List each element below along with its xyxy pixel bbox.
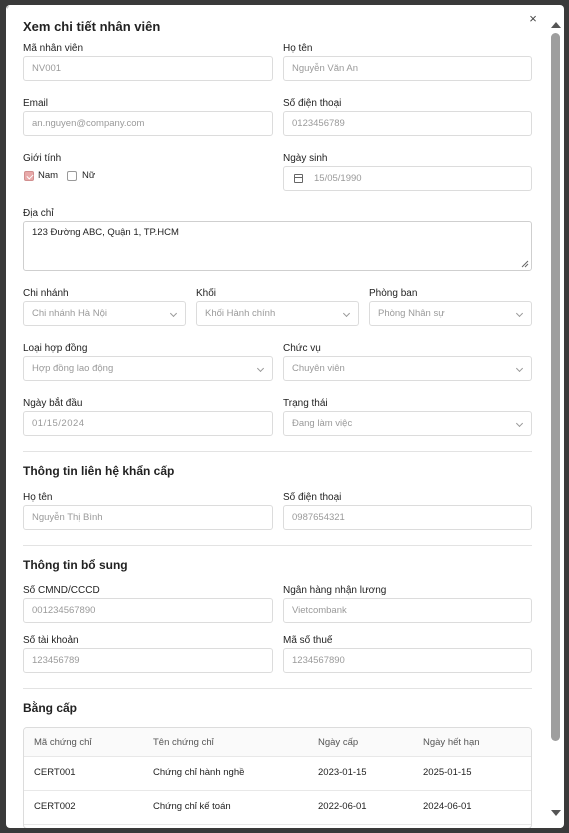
chevron-down-icon [515, 309, 524, 318]
tax-code-field[interactable]: 1234567890 [283, 648, 532, 673]
section-divider [23, 451, 532, 452]
cert-name-cell: Chứng chỉ hành nghề [153, 767, 245, 778]
gender-label: Giới tính [23, 153, 62, 164]
chevron-down-icon [256, 364, 265, 373]
section-divider [23, 545, 532, 546]
department-value: Phòng Nhân sự [378, 308, 445, 319]
tax-code-label: Mã số thuế [283, 635, 333, 646]
expiry-date-cell: 2025-01-15 [423, 767, 472, 778]
section-divider [23, 688, 532, 689]
expiry-date-cell: 2024-06-01 [423, 801, 472, 812]
id-number-label: Số CMND/CCCD [23, 585, 100, 596]
emergency-section-title: Thông tin liên hệ khẩn cấp [23, 464, 175, 478]
emergency-name-field[interactable]: Nguyễn Thị Bình [23, 505, 273, 530]
email-field[interactable]: an.nguyen@company.com [23, 111, 273, 136]
email-label: Email [23, 98, 49, 109]
division-value: Khối Hành chính [205, 308, 276, 319]
cert-name-cell: Chứng chỉ kế toán [153, 801, 231, 812]
address-label: Địa chỉ [23, 208, 54, 219]
position-label: Chức vụ [283, 343, 321, 354]
certificates-table: Mã chứng chỉ Tên chứng chỉ Ngày cấp Ngày… [23, 727, 532, 828]
extra-section-title: Thông tin bổ sung [23, 558, 128, 572]
division-label: Khối [196, 288, 217, 299]
branch-label: Chi nhánh [23, 288, 69, 299]
column-header: Ngày hết hạn [423, 737, 480, 748]
full-name-label: Họ tên [283, 43, 313, 54]
table-row[interactable]: CERT002 Chứng chỉ kế toán 2022-06-01 202… [24, 791, 531, 825]
address-value: 123 Đường ABC, Quận 1, TP.HCM [32, 227, 179, 238]
emergency-phone-field[interactable]: 0987654321 [283, 505, 532, 530]
employee-id-field[interactable]: NV001 [23, 56, 273, 81]
contract-type-select[interactable]: Hợp đồng lao động [23, 356, 273, 381]
department-label: Phòng ban [369, 288, 418, 299]
position-value: Chuyên viên [292, 363, 345, 374]
status-value: Đang làm việc [292, 418, 353, 429]
branch-value: Chi nhánh Hà Nội [32, 308, 107, 319]
corner-marker: ▾ [6, 5, 10, 11]
issue-date-cell: 2023-01-15 [318, 767, 367, 778]
column-header: Mã chứng chỉ [34, 737, 92, 748]
status-select[interactable]: Đang làm việc [283, 411, 532, 436]
employee-detail-dialog: ▾ Xem chi tiết nhân viên × Mã nhân viên … [6, 5, 564, 828]
scroll-up-arrow-icon[interactable] [551, 22, 561, 28]
birthdate-label: Ngày sinh [283, 153, 328, 164]
bank-field[interactable]: Vietcombank [283, 598, 532, 623]
cert-code-cell: CERT001 [34, 767, 76, 778]
gender-male-checkbox[interactable] [24, 171, 34, 181]
chevron-down-icon [515, 364, 524, 373]
contract-type-value: Hợp đồng lao động [32, 363, 114, 374]
chevron-down-icon [515, 419, 524, 428]
full-name-field[interactable]: Nguyễn Văn An [283, 56, 532, 81]
close-icon[interactable]: × [526, 12, 540, 26]
birthdate-value: 15/05/1990 [314, 173, 362, 184]
resize-handle-icon[interactable] [521, 260, 529, 268]
chevron-down-icon [169, 309, 178, 318]
account-number-label: Số tài khoản [23, 635, 79, 646]
department-select[interactable]: Phòng Nhân sự [369, 301, 532, 326]
column-header: Ngày cấp [318, 737, 359, 748]
table-header: Mã chứng chỉ Tên chứng chỉ Ngày cấp Ngày… [24, 728, 531, 757]
start-date-label: Ngày bắt đầu [23, 398, 83, 409]
employee-id-label: Mã nhân viên [23, 43, 84, 54]
gender-female-checkbox[interactable] [67, 171, 77, 181]
dialog-title: Xem chi tiết nhân viên [23, 19, 161, 34]
scrollbar-thumb[interactable] [551, 33, 560, 741]
branch-select[interactable]: Chi nhánh Hà Nội [23, 301, 186, 326]
emergency-name-label: Họ tên [23, 492, 53, 503]
calendar-icon [294, 174, 303, 183]
emergency-phone-label: Số điện thoại [283, 492, 342, 503]
phone-label: Số điện thoại [283, 98, 342, 109]
scroll-down-arrow-icon[interactable] [551, 810, 561, 816]
gender-male-label: Nam [38, 170, 59, 181]
gender-female-label: Nữ [82, 170, 96, 181]
phone-field[interactable]: 0123456789 [283, 111, 532, 136]
address-textarea[interactable]: 123 Đường ABC, Quận 1, TP.HCM [23, 221, 532, 271]
status-label: Trạng thái [283, 398, 328, 409]
division-select[interactable]: Khối Hành chính [196, 301, 359, 326]
table-row[interactable]: CERT001 Chứng chỉ hành nghề 2023-01-15 2… [24, 757, 531, 791]
birthdate-field[interactable]: 15/05/1990 [283, 166, 532, 191]
start-date-field[interactable]: 01/15/2024 [23, 411, 273, 436]
scrollbar[interactable] [549, 20, 561, 828]
cert-code-cell: CERT002 [34, 801, 76, 812]
bank-label: Ngân hàng nhận lương [283, 585, 387, 596]
position-select[interactable]: Chuyên viên [283, 356, 532, 381]
chevron-down-icon [342, 309, 351, 318]
contract-type-label: Loại hợp đồng [23, 343, 88, 354]
certificates-section-title: Bằng cấp [23, 701, 78, 715]
id-number-field[interactable]: 001234567890 [23, 598, 273, 623]
account-number-field[interactable]: 123456789 [23, 648, 273, 673]
issue-date-cell: 2022-06-01 [318, 801, 367, 812]
column-header: Tên chứng chỉ [153, 737, 214, 748]
